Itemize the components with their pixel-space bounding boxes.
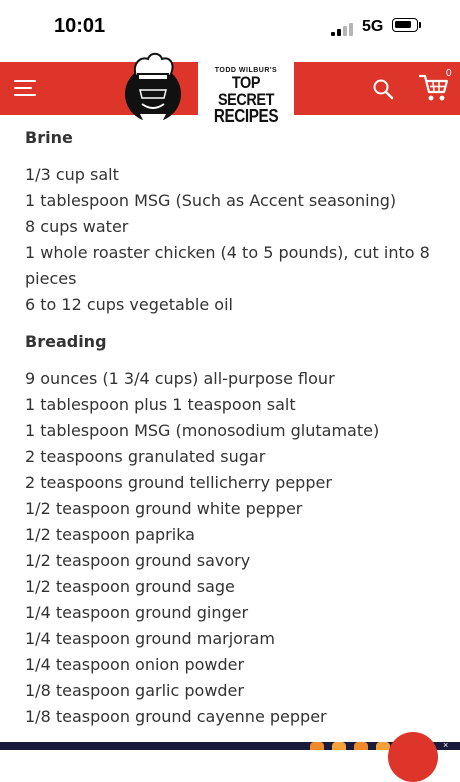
floating-action-button[interactable] [388,732,438,782]
network-label: 5G [362,18,384,35]
recipe-ingredients: Brine 1/3 cup salt 1 tablespoon MSG (Suc… [25,126,445,730]
section-heading-breading: Breading [25,332,107,351]
ingredient-item: 1/4 teaspoon onion powder [25,655,245,674]
ingredient-item: 2 teaspoons ground tellicherry pepper [25,473,332,492]
ingredient-item: 1 tablespoon plus 1 teaspoon salt [25,395,296,414]
battery-icon [392,18,418,32]
menu-icon[interactable] [14,77,38,99]
cart-count-badge: 0 [446,68,452,79]
ingredient-item: 1/2 teaspoon ground savory [25,551,251,570]
ingredient-item: 1/8 teaspoon garlic powder [25,681,244,700]
ingredient-item: 1/2 teaspoon paprika [25,525,195,544]
site-logo[interactable]: TODD WILBUR'S TOP SECRET RECIPES [198,62,294,125]
ingredient-item: 1 tablespoon MSG (monosodium glutamate) [25,421,380,440]
status-bar: 10:01 5G [0,0,460,52]
breading-ingredient-list: 9 ounces (1 3/4 cups) all-purpose flour … [25,366,445,730]
ingredient-item: 1/2 teaspoon ground sage [25,577,235,596]
ingredient-item: 1/3 cup salt [25,165,119,184]
ingredient-item: 2 teaspoons granulated sugar [25,447,266,466]
battery-tip [419,22,421,28]
ingredient-item: 1 tablespoon MSG (Such as Accent seasoni… [25,191,397,210]
chef-logo[interactable] [122,50,184,126]
ingredient-item: 1/2 teaspoon ground white pepper [25,499,303,518]
signal-icon [331,22,355,36]
close-icon[interactable]: × [443,741,448,750]
ingredient-item: 1/4 teaspoon ground marjoram [25,629,275,648]
brine-ingredient-list: 1/3 cup salt 1 tablespoon MSG (Such as A… [25,162,445,318]
ingredient-item: 1 whole roaster chicken (4 to 5 pounds),… [25,243,430,288]
logo-bottom-text: RECIPES [213,106,279,126]
search-icon[interactable] [372,78,394,100]
ingredient-item: 9 ounces (1 3/4 cups) all-purpose flour [25,369,335,388]
logo-mid-text: TOP SECRET [217,73,275,109]
ingredient-item: 8 cups water [25,217,129,236]
section-heading-brine: Brine [25,128,73,147]
ingredient-item: 6 to 12 cups vegetable oil [25,295,233,314]
ingredient-item: 1/4 teaspoon ground ginger [25,603,249,622]
ingredient-item: 1/8 teaspoon ground cayenne pepper [25,707,327,726]
status-time: 10:01 [54,15,106,37]
